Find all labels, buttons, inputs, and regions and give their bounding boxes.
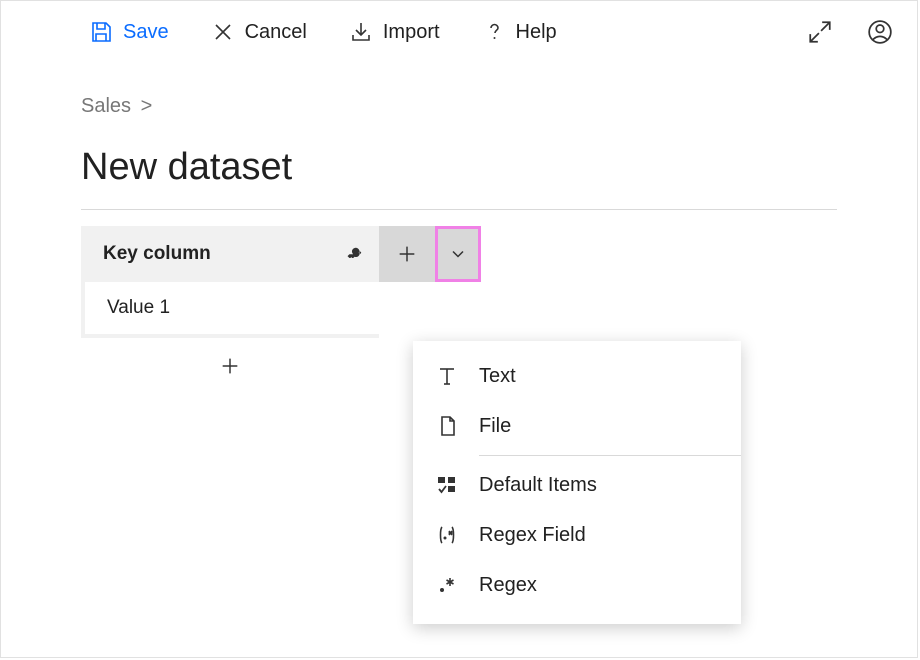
menu-item-label: File [479, 415, 511, 438]
expand-icon [807, 19, 833, 45]
menu-item-label: Default Items [479, 474, 597, 497]
account-button[interactable] [867, 19, 893, 45]
user-icon [867, 19, 893, 45]
menu-item-label: Text [479, 365, 516, 388]
close-icon [211, 20, 235, 44]
regex-field-icon [435, 523, 459, 547]
import-button[interactable]: Import [349, 20, 440, 44]
menu-item-regex[interactable]: Regex [413, 560, 741, 610]
menu-item-label: Regex Field [479, 524, 586, 547]
menu-separator [479, 455, 741, 456]
fullscreen-button[interactable] [807, 19, 833, 45]
column-type-menu: Text File Default Items Regex Field Reg [413, 341, 741, 624]
toolbar: Save Cancel Import Help [1, 1, 917, 63]
add-column-dropdown[interactable] [435, 226, 481, 282]
cancel-label: Cancel [245, 21, 307, 44]
menu-item-default-items[interactable]: Default Items [413, 460, 741, 510]
value-cell-text: Value 1 [107, 297, 170, 319]
value-cell[interactable]: Value 1 [81, 282, 379, 338]
save-label: Save [123, 21, 169, 44]
file-icon [435, 414, 459, 438]
help-label: Help [516, 21, 557, 44]
menu-item-label: Regex [479, 574, 537, 597]
text-icon [435, 364, 459, 388]
plus-icon [396, 243, 418, 265]
page-title: New dataset [81, 146, 837, 210]
add-column-button[interactable] [379, 226, 435, 282]
default-items-icon [435, 473, 459, 497]
save-button[interactable]: Save [89, 20, 169, 44]
plus-icon [219, 355, 241, 377]
breadcrumb-sep: > [137, 95, 157, 117]
import-label: Import [383, 21, 440, 44]
key-column-header[interactable]: Key column [81, 226, 379, 282]
menu-item-regex-field[interactable]: Regex Field [413, 510, 741, 560]
help-icon [482, 20, 506, 44]
key-column-header-label: Key column [103, 243, 347, 265]
chevron-down-icon [448, 244, 468, 264]
key-icon [347, 245, 365, 263]
help-button[interactable]: Help [482, 20, 557, 44]
breadcrumb-root: Sales [81, 95, 131, 117]
menu-item-text[interactable]: Text [413, 351, 741, 401]
breadcrumb[interactable]: Sales > [81, 95, 837, 118]
import-icon [349, 20, 373, 44]
menu-item-file[interactable]: File [413, 401, 741, 451]
add-row-button[interactable] [81, 338, 379, 394]
save-icon [89, 20, 113, 44]
regex-icon [435, 573, 459, 597]
cancel-button[interactable]: Cancel [211, 20, 307, 44]
